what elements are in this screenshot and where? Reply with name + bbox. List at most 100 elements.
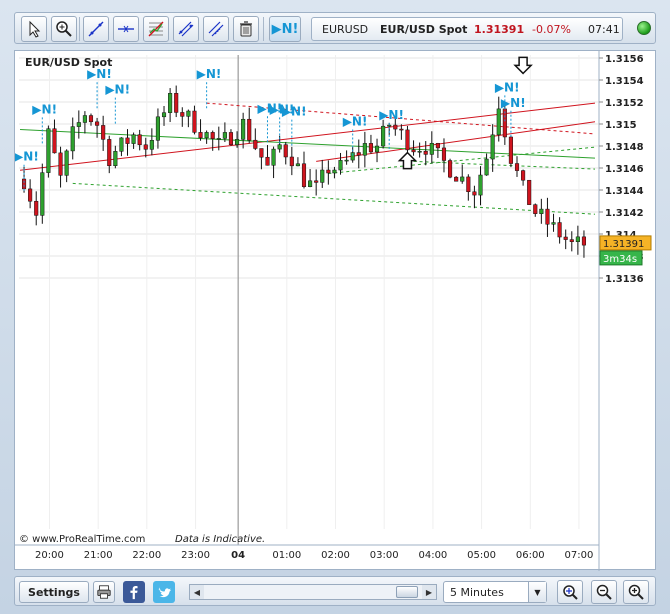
connection-status-icon (637, 21, 651, 35)
scroll-right-arrow-icon[interactable]: ▶ (422, 585, 436, 599)
candle-body-down (101, 125, 106, 140)
countdown-label: 3m34s (603, 254, 637, 265)
pointer-tool-button[interactable] (21, 16, 47, 42)
candle-body-up (417, 150, 422, 153)
delete-drawings-button[interactable] (233, 16, 259, 42)
candle-body-down (259, 148, 264, 158)
candle-body-down (21, 178, 27, 190)
candle-body-down (283, 144, 288, 158)
prorealtime-chart-window: ▶N! EURUSD EUR/USD Spot 1.31391 -0.07% 0… (0, 0, 670, 614)
candle (247, 107, 252, 144)
green-trend-dashed-1[interactable] (72, 182, 596, 215)
candle (113, 145, 118, 169)
zoom-auto-button[interactable] (557, 580, 583, 604)
news-marker-label: ▶N! (501, 96, 526, 110)
candle-body-down (563, 236, 568, 240)
price-chart[interactable]: ▶N! ▶N! ▶N! ▶N! ▶N! ▶N! ▶N! ▶N! ▶N! ▶N! ▶N! ▶N! 1.3… (14, 50, 657, 571)
y-axis: 1.3156 1.3154 1.3152 1.315 1.3148 1.3146 1.314… (598, 51, 652, 571)
candle (271, 146, 276, 179)
candle (295, 157, 300, 167)
trendline-tool-button[interactable] (83, 16, 109, 42)
candle (527, 179, 532, 205)
candle-body-down (228, 132, 234, 145)
candle (241, 112, 246, 149)
candle-body-up (113, 151, 118, 166)
channel-tool-button[interactable] (173, 16, 199, 42)
candle-body-down (210, 132, 215, 139)
news-toggle-button[interactable]: ▶N! (269, 16, 301, 42)
candle-body-down (95, 121, 100, 126)
news-marker-label: ▶N! (495, 80, 520, 94)
candle (58, 146, 63, 188)
print-button[interactable] (93, 581, 115, 603)
candle-body-up (46, 128, 51, 173)
y-tick-label: 1.3142 (605, 208, 644, 219)
candle-body-up (149, 140, 154, 150)
candle-body-down (314, 180, 319, 183)
candle-body-up (216, 138, 221, 140)
candle-body-down (265, 156, 270, 166)
chart-canvas[interactable]: ▶N!▶N!▶N!▶N!▶N!▶N!▶N!▶N!▶N! ▶N!▶N!▶N! 1.3… (15, 51, 657, 571)
candle (161, 106, 167, 126)
candle (314, 169, 319, 196)
sell-arrow-icon (513, 56, 533, 75)
x-tick-label: 01:00 (272, 550, 301, 561)
candle-body-up (70, 126, 75, 152)
time-scrollbar[interactable]: ◀ ▶ (189, 584, 437, 600)
x-tick-label: 06:00 (516, 550, 545, 561)
candle (326, 160, 331, 185)
x-tick-label: 05:00 (467, 550, 496, 561)
candle-body-down (533, 204, 538, 214)
candle (308, 168, 313, 188)
candle (289, 146, 294, 176)
candle (551, 213, 556, 232)
candle-body-down (466, 176, 471, 193)
zoom-tool-button[interactable] (51, 16, 77, 42)
settings-button[interactable]: Settings (19, 581, 89, 603)
candle-body-down (192, 110, 197, 133)
candle (119, 137, 124, 157)
candle-body-down (174, 93, 179, 113)
candle-body-up (295, 163, 300, 167)
zoom-out-button[interactable] (591, 580, 617, 604)
candle-body-down (527, 179, 532, 205)
news-marker[interactable]: ▶N! (15, 150, 39, 191)
x-tick-label: 04:00 (418, 550, 447, 561)
candle (374, 138, 380, 163)
candle (484, 153, 489, 176)
candle-body-up (338, 160, 343, 171)
facebook-share-button[interactable] (123, 581, 145, 603)
candle-body-up (271, 148, 276, 166)
current-price-label: 1.31391 (603, 239, 644, 250)
parallel-lines-tool-button[interactable] (203, 16, 229, 42)
candle-body-up (539, 208, 544, 214)
candle-body-up (362, 143, 367, 156)
scroll-left-arrow-icon[interactable]: ◀ (190, 585, 204, 599)
chart-bottom-bar: Settings ◀ ▶ 5 Minutes ▼ (14, 576, 656, 606)
scrollbar-thumb[interactable] (396, 586, 418, 598)
candle-body-down (399, 128, 404, 131)
news-marker[interactable]: ▶N! (105, 83, 130, 124)
quote-time: 07:41 (588, 23, 620, 36)
candle (64, 149, 69, 183)
candle-body-up (490, 134, 495, 160)
fibonacci-tool-button[interactable] (143, 16, 169, 42)
chevron-down-icon[interactable]: ▼ (528, 582, 546, 602)
twitter-share-button[interactable] (153, 581, 175, 603)
zoom-in-button[interactable] (623, 580, 649, 604)
news-marker-label: ▶N! (282, 105, 307, 119)
candle-body-down (405, 129, 410, 151)
red-trend-1[interactable] (19, 102, 596, 171)
instrument-quote-box[interactable]: EURUSD EUR/USD Spot 1.31391 -0.07% 07:41 (311, 17, 623, 41)
price-change: -0.07% (532, 23, 571, 36)
candle-body-down (301, 163, 307, 187)
x-tick-label: 04 (231, 550, 245, 561)
candle-body-down (411, 149, 416, 153)
twitter-icon (158, 586, 172, 598)
candle-body-down (557, 222, 562, 238)
candle (362, 131, 367, 168)
candle-body-down (393, 124, 398, 130)
candle-body-up (82, 115, 87, 123)
horizontal-line-tool-button[interactable] (113, 16, 139, 42)
timeframe-select[interactable]: 5 Minutes ▼ (443, 581, 547, 603)
